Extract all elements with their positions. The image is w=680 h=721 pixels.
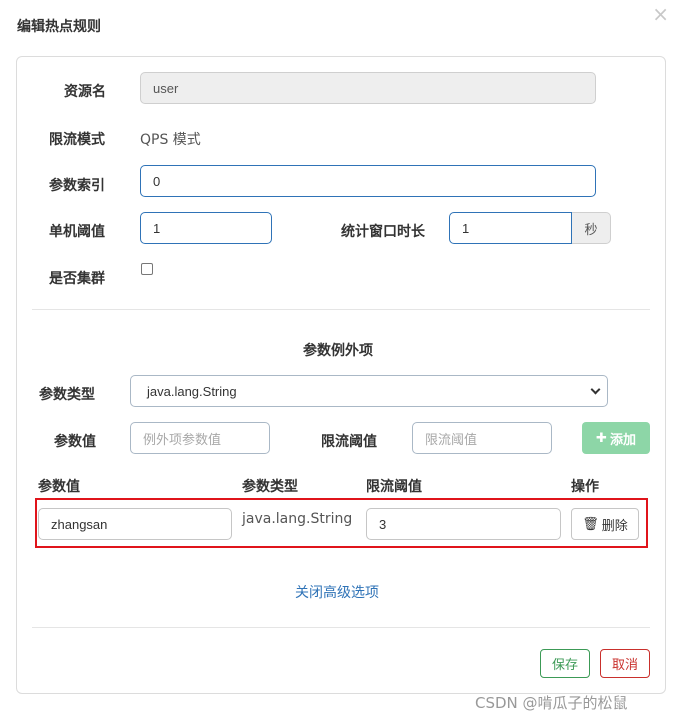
threshold-label: 单机阈值 <box>49 224 105 240</box>
add-button-label: 添加 <box>609 432 636 448</box>
cluster-checkbox[interactable] <box>141 263 153 275</box>
dialog-title: 编辑热点规则 <box>17 19 101 35</box>
table-header-action: 操作 <box>571 479 599 495</box>
resource-input: user <box>140 72 596 104</box>
row-type: java.lang.String <box>242 511 353 527</box>
row-limit-input[interactable]: 3 <box>366 508 561 540</box>
param-index-label: 参数索引 <box>49 178 105 194</box>
mode-label: 限流模式 <box>49 132 105 148</box>
param-type-select[interactable]: java.lang.String <box>130 375 608 407</box>
limit-label: 限流阈值 <box>321 434 377 450</box>
watermark: CSDN @啃瓜子的松鼠 <box>475 694 628 712</box>
delete-row-button[interactable]: 🗑 删除 <box>571 508 639 540</box>
param-value-input[interactable]: 例外项参数值 <box>130 422 270 454</box>
table-header-value: 参数值 <box>38 479 80 495</box>
window-unit-addon: 秒 <box>572 212 611 244</box>
row-value-input[interactable]: zhangsan <box>38 508 232 540</box>
divider-bottom <box>32 627 650 628</box>
plus-icon: ✚ <box>596 430 607 446</box>
save-button[interactable]: 保存 <box>540 649 590 678</box>
param-type-label: 参数类型 <box>39 387 95 403</box>
param-index-input[interactable]: 0 <box>140 165 596 197</box>
table-header-limit: 限流阈值 <box>366 479 422 495</box>
mode-value: QPS 模式 <box>140 132 201 148</box>
divider-top <box>32 309 650 310</box>
add-exception-button[interactable]: ✚ 添加 <box>582 422 650 454</box>
exceptions-title: 参数例外项 <box>303 343 373 359</box>
cluster-label: 是否集群 <box>49 271 105 287</box>
delete-button-label: 删除 <box>601 518 628 534</box>
window-input[interactable]: 1 <box>449 212 572 244</box>
param-type-selected: java.lang.String <box>147 383 237 399</box>
limit-input[interactable]: 限流阈值 <box>412 422 552 454</box>
resource-label: 资源名 <box>64 84 106 100</box>
close-advanced-link[interactable]: 关闭高级选项 <box>295 582 379 602</box>
window-label: 统计窗口时长 <box>341 224 425 240</box>
close-icon[interactable]: × <box>652 4 669 24</box>
threshold-input[interactable]: 1 <box>140 212 272 244</box>
chevron-down-icon <box>590 384 601 395</box>
table-header-type: 参数类型 <box>242 479 298 495</box>
trash-icon: 🗑 <box>582 516 599 532</box>
param-value-label: 参数值 <box>54 434 96 450</box>
cancel-button[interactable]: 取消 <box>600 649 650 678</box>
